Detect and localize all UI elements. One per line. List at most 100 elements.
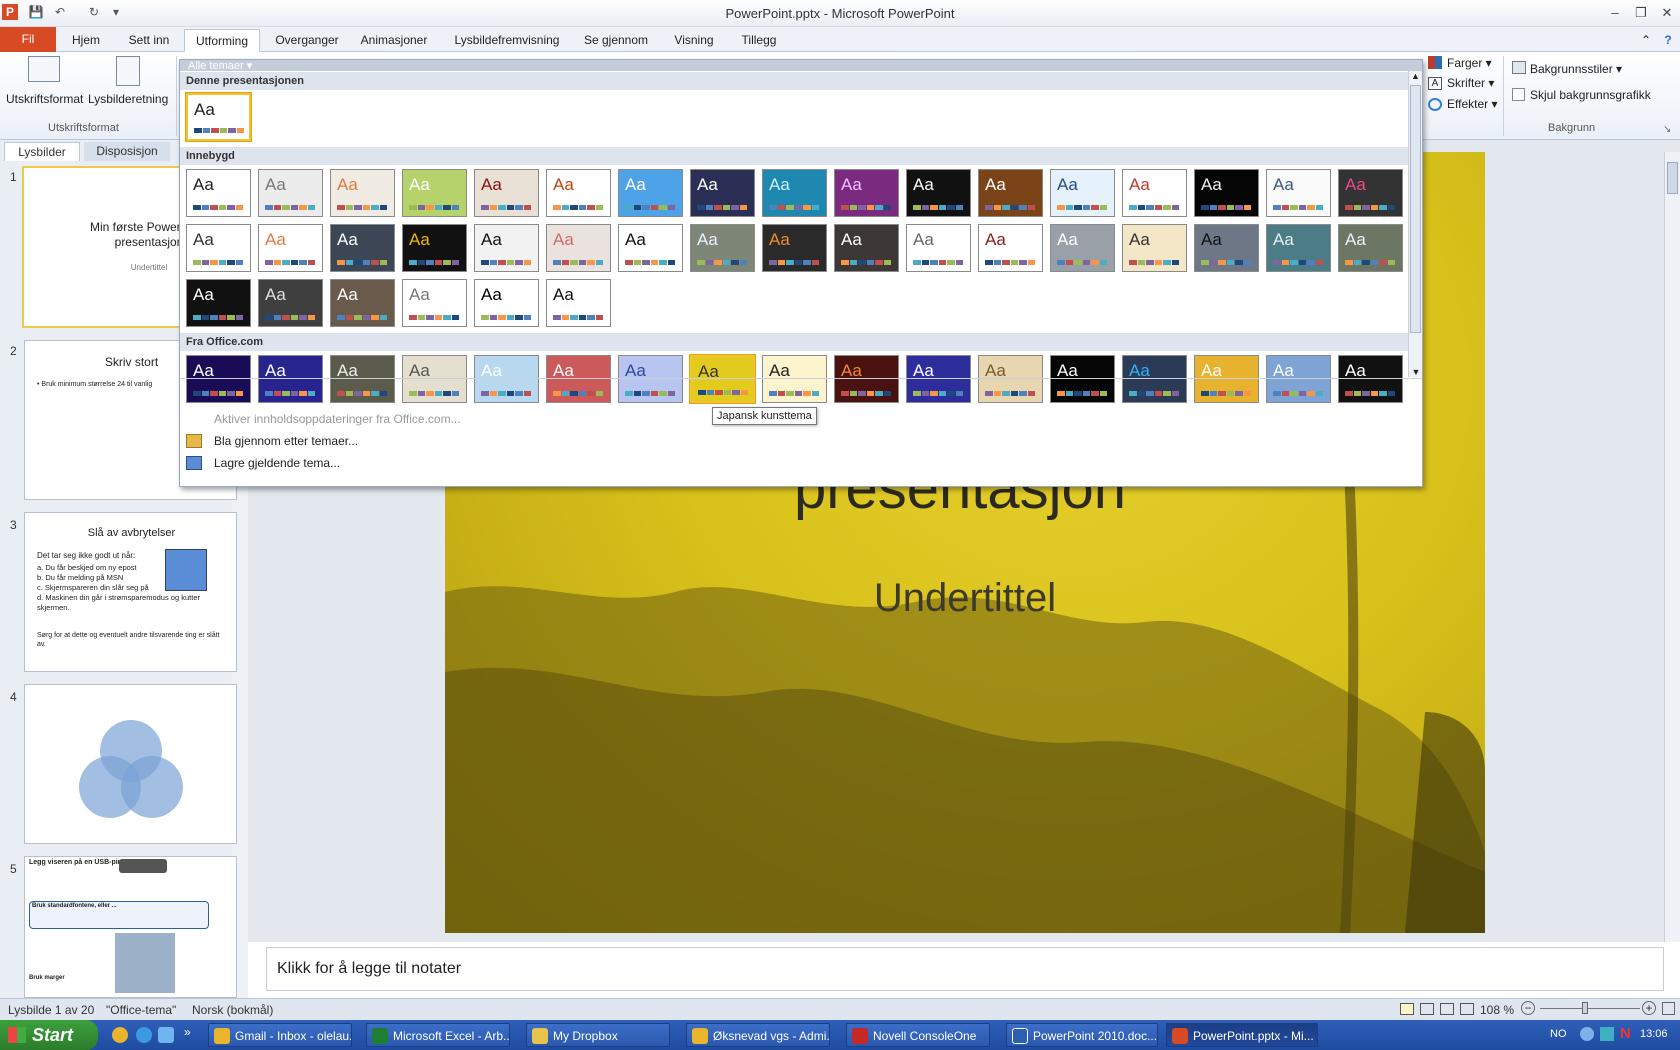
language-indicator[interactable]: NO — [1550, 1028, 1567, 1040]
hide-background-checkbox[interactable] — [1512, 88, 1525, 101]
minimize-icon[interactable]: – — [1604, 3, 1626, 23]
tab-transitions[interactable]: Overganger — [268, 29, 346, 52]
theme-office-10[interactable]: Aa — [834, 355, 899, 403]
fit-to-window-icon[interactable] — [1662, 1002, 1675, 1015]
theme-builtin-9[interactable]: Aa — [762, 169, 827, 217]
gallery-scrollbar[interactable]: ▲ ▼ — [1408, 71, 1422, 377]
tab-insert[interactable]: Sett inn — [118, 29, 180, 52]
theme-builtin-14[interactable]: Aa — [1122, 169, 1187, 217]
help-icon[interactable]: ? — [1658, 29, 1678, 52]
dialog-launcher-icon[interactable]: ↘ — [1663, 124, 1671, 135]
tab-review[interactable]: Se gjennom — [578, 29, 654, 52]
theme-builtin-8[interactable]: Aa — [690, 169, 755, 217]
theme-office-6[interactable]: Aa — [546, 355, 611, 403]
theme-builtin-3[interactable]: Aa — [330, 169, 395, 217]
clock[interactable]: 13:06 — [1640, 1028, 1668, 1040]
theme-builtin-35[interactable]: Aa — [186, 279, 251, 327]
theme-builtin-12[interactable]: Aa — [978, 169, 1043, 217]
theme-builtin-39[interactable]: Aa — [474, 279, 539, 327]
tab-design[interactable]: Utforming — [184, 29, 260, 52]
close-icon[interactable]: ✕ — [1656, 3, 1678, 23]
theme-builtin-15[interactable]: Aa — [1194, 169, 1259, 217]
gallery-filter-dropdown[interactable]: Alle temaer ▾ — [188, 59, 252, 72]
restore-icon[interactable]: ❐ — [1630, 3, 1652, 23]
theme-office-5[interactable]: Aa — [474, 355, 539, 403]
slide-thumbnail-3[interactable]: Slå av avbrytelser Det tar seg ikke godt… — [24, 512, 237, 672]
normal-view-icon[interactable] — [1400, 1003, 1414, 1015]
taskbar-item-excel[interactable]: Microsoft Excel - Arb... — [366, 1023, 510, 1047]
theme-builtin-33[interactable]: Aa — [1266, 224, 1331, 272]
theme-office-2[interactable]: Aa — [258, 355, 323, 403]
tray-icon[interactable]: N — [1620, 1025, 1631, 1042]
theme-builtin-17[interactable]: Aa — [1338, 169, 1403, 217]
theme-office-11[interactable]: Aa — [906, 355, 971, 403]
theme-builtin-40[interactable]: Aa — [546, 279, 611, 327]
tray-icon[interactable] — [1600, 1027, 1614, 1041]
theme-builtin-2[interactable]: Aa — [258, 169, 323, 217]
slide-orientation-icon[interactable] — [116, 56, 140, 86]
theme-builtin-16[interactable]: Aa — [1266, 169, 1331, 217]
scroll-up-icon[interactable]: ▲ — [1409, 71, 1422, 81]
page-setup-icon[interactable] — [28, 56, 60, 82]
theme-builtin-18[interactable]: Aa — [186, 224, 251, 272]
slide-orientation-button[interactable]: Lysbilderetning — [88, 92, 168, 106]
theme-builtin-36[interactable]: Aa — [258, 279, 323, 327]
theme-builtin-30[interactable]: Aa — [1050, 224, 1115, 272]
theme-builtin-5[interactable]: Aa — [474, 169, 539, 217]
theme-office-14[interactable]: Aa — [1122, 355, 1187, 403]
slide-thumbnail-5[interactable]: Legg viseren på en USB-pinne Bruk standa… — [24, 856, 237, 998]
status-language[interactable]: Norsk (bokmål) — [192, 1003, 273, 1017]
theme-office-9[interactable]: Aa — [762, 355, 827, 403]
tab-slideshow[interactable]: Lysbildefremvisning — [448, 29, 566, 52]
theme-builtin-13[interactable]: Aa — [1050, 169, 1115, 217]
notes-pane[interactable]: Klikk for å legge til notater — [266, 947, 1664, 991]
tab-home[interactable]: Hjem — [62, 29, 110, 52]
theme-office-4[interactable]: Aa — [402, 355, 467, 403]
slide-thumbnail-4[interactable] — [24, 684, 237, 844]
menu-enable-updates[interactable]: Aktiver innholdsoppdateringer fra Office… — [214, 412, 461, 426]
theme-builtin-38[interactable]: Aa — [402, 279, 467, 327]
theme-builtin-23[interactable]: Aa — [546, 224, 611, 272]
background-styles-button[interactable]: Bakgrunnsstiler ▾ — [1530, 62, 1622, 76]
zoom-slider[interactable] — [1540, 1008, 1640, 1009]
taskbar-item-gmail[interactable]: Gmail - Inbox - olelau... — [208, 1023, 352, 1047]
status-theme[interactable]: "Office-tema" — [106, 1003, 176, 1017]
slideshow-icon[interactable] — [1460, 1003, 1474, 1015]
slide-subtitle[interactable]: Undertittel — [445, 576, 1485, 621]
taskbar-item-novell[interactable]: Novell ConsoleOne — [846, 1023, 990, 1047]
minimize-ribbon-icon[interactable]: ⌃ — [1636, 29, 1656, 52]
theme-builtin-1[interactable]: Aa — [186, 169, 251, 217]
quicklaunch-icon[interactable] — [158, 1027, 174, 1043]
page-setup-button[interactable]: Utskriftsformat — [6, 92, 83, 106]
theme-builtin-31[interactable]: Aa — [1122, 224, 1187, 272]
theme-office-17[interactable]: Aa — [1338, 355, 1403, 403]
tray-icon[interactable] — [1580, 1027, 1594, 1041]
ie-quicklaunch-icon[interactable] — [136, 1027, 152, 1043]
reading-view-icon[interactable] — [1440, 1003, 1454, 1015]
tab-addins[interactable]: Tillegg — [732, 29, 786, 52]
scroll-down-icon[interactable]: ▼ — [1409, 367, 1423, 377]
zoom-out-icon[interactable]: − — [1521, 1001, 1535, 1015]
tab-view[interactable]: Visning — [666, 29, 722, 52]
theme-builtin-6[interactable]: Aa — [546, 169, 611, 217]
theme-builtin-25[interactable]: Aa — [690, 224, 755, 272]
theme-office-8[interactable]: Aa — [690, 355, 755, 403]
theme-builtin-10[interactable]: Aa — [834, 169, 899, 217]
theme-builtin-37[interactable]: Aa — [330, 279, 395, 327]
theme-office-1[interactable]: Aa — [186, 355, 251, 403]
taskbar-item-oksnevad[interactable]: Øksnevad vgs - Admi... — [686, 1023, 830, 1047]
quicklaunch-more-icon[interactable]: » — [184, 1025, 191, 1039]
taskbar-item-word[interactable]: PowerPoint 2010.doc... — [1006, 1023, 1158, 1047]
colors-button[interactable]: Farger ▾ — [1447, 56, 1492, 70]
gallery-scroll-thumb[interactable] — [1410, 85, 1421, 333]
fonts-button[interactable]: Skrifter ▾ — [1447, 76, 1494, 90]
theme-office-13[interactable]: Aa — [1050, 355, 1115, 403]
theme-builtin-22[interactable]: Aa — [474, 224, 539, 272]
slide-scrollbar[interactable] — [1664, 152, 1680, 942]
theme-office-16[interactable]: Aa — [1266, 355, 1331, 403]
theme-builtin-28[interactable]: Aa — [906, 224, 971, 272]
theme-builtin-19[interactable]: Aa — [258, 224, 323, 272]
theme-builtin-24[interactable]: Aa — [618, 224, 683, 272]
menu-save-theme[interactable]: Lagre gjeldende tema... — [214, 456, 340, 470]
theme-builtin-7[interactable]: Aa — [618, 169, 683, 217]
